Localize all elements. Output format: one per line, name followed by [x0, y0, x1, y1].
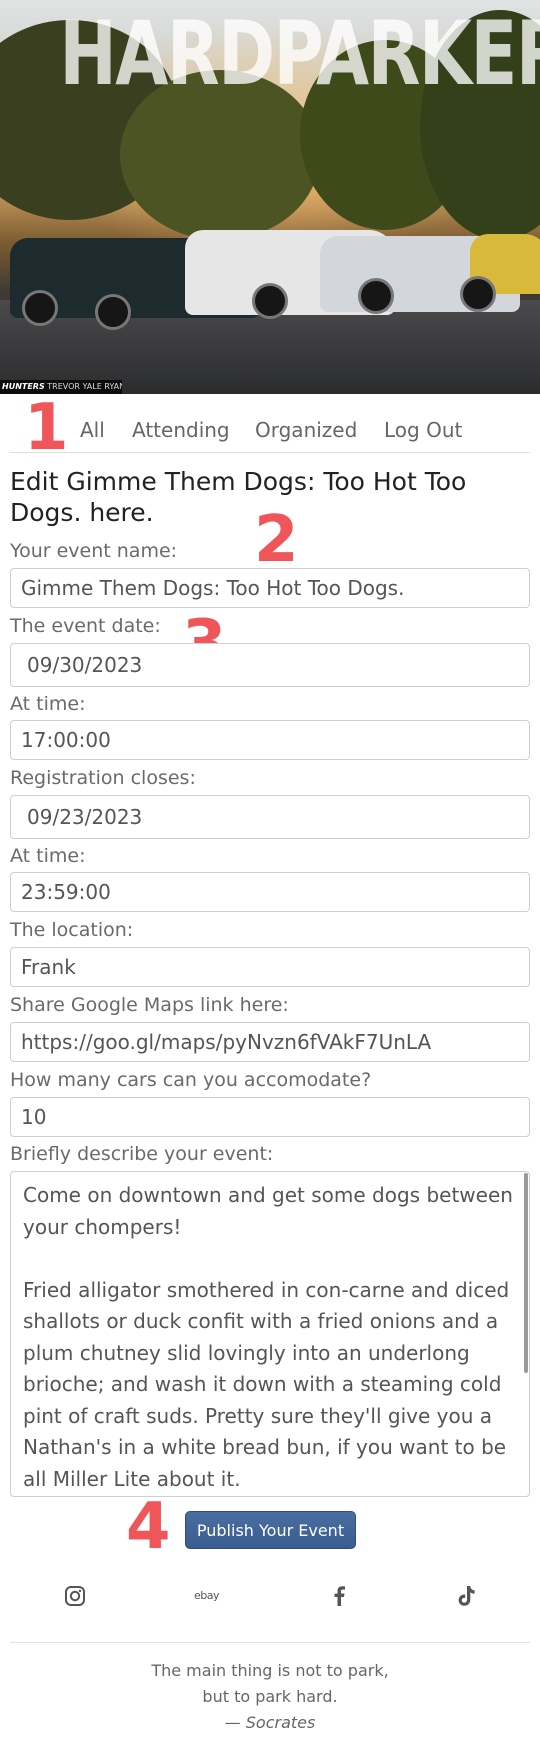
photo-credit-brand: HUNTERS: [2, 382, 45, 391]
instagram-icon[interactable]: [64, 1582, 86, 1610]
event-time-input[interactable]: [10, 720, 530, 760]
event-name-label: Your event name:: [10, 540, 178, 562]
ebay-logo[interactable]: ebay: [194, 1582, 220, 1610]
quote-dash: —: [224, 1713, 246, 1732]
annotation-marker-4: 4: [126, 1490, 171, 1564]
nav-link-organized[interactable]: Organized: [255, 418, 357, 442]
textarea-scrollbar[interactable]: [524, 1173, 528, 1373]
location-input[interactable]: [10, 947, 530, 987]
description-label: Briefly describe your event:: [10, 1143, 274, 1165]
publish-event-button[interactable]: Publish Your Event: [185, 1511, 356, 1549]
quote-line-1: The main thing is not to park,: [151, 1661, 389, 1680]
photo-credit-text: TREVOR YALE RYAN: [47, 382, 122, 391]
nav-link-log-out[interactable]: Log Out: [384, 418, 462, 442]
description-paragraph-1: Come on downtown and get some dogs betwe…: [23, 1183, 513, 1239]
main-nav: 1 All Attending Organized Log Out: [10, 396, 530, 460]
annotation-marker-2: 2: [254, 503, 299, 577]
registration-time-label: At time:: [10, 845, 86, 867]
social-links: ebay: [0, 1582, 540, 1610]
annotation-marker-1: 1: [24, 391, 69, 465]
maps-link-input[interactable]: [10, 1022, 530, 1062]
registration-time-input[interactable]: [10, 872, 530, 912]
nav-link-all[interactable]: All: [80, 418, 105, 442]
registration-close-date-input[interactable]: [10, 795, 530, 839]
footer-quote: The main thing is not to park, but to pa…: [0, 1658, 540, 1736]
registration-close-label: Registration closes:: [10, 767, 196, 789]
maps-link-label: Share Google Maps link here:: [10, 994, 289, 1016]
event-date-label: The event date:: [10, 615, 161, 637]
footer-divider: [10, 1642, 530, 1643]
event-time-label: At time:: [10, 693, 86, 715]
car-capacity-input[interactable]: [10, 1097, 530, 1137]
facebook-icon[interactable]: [332, 1582, 346, 1610]
page-title: Edit Gimme Them Dogs: Too Hot Too Dogs. …: [10, 467, 467, 527]
quote-line-2: but to park hard.: [202, 1687, 338, 1706]
site-title: HARDPARKERS: [59, 2, 540, 105]
tiktok-icon[interactable]: [455, 1582, 477, 1610]
event-date-input[interactable]: [10, 643, 530, 687]
description-paragraph-2: Fried alligator smothered in con-carne a…: [23, 1277, 510, 1491]
description-textarea[interactable]: Come on downtown and get some dogs betwe…: [10, 1171, 530, 1497]
hero-banner: HARDPARKERS HUNTERS TREVOR YALE RYAN: [0, 0, 540, 394]
car-capacity-label: How many cars can you accomodate?: [10, 1069, 372, 1091]
event-name-input[interactable]: [10, 568, 530, 608]
nav-link-attending[interactable]: Attending: [132, 418, 230, 442]
quote-author: Socrates: [245, 1713, 316, 1732]
location-label: The location:: [10, 919, 134, 941]
